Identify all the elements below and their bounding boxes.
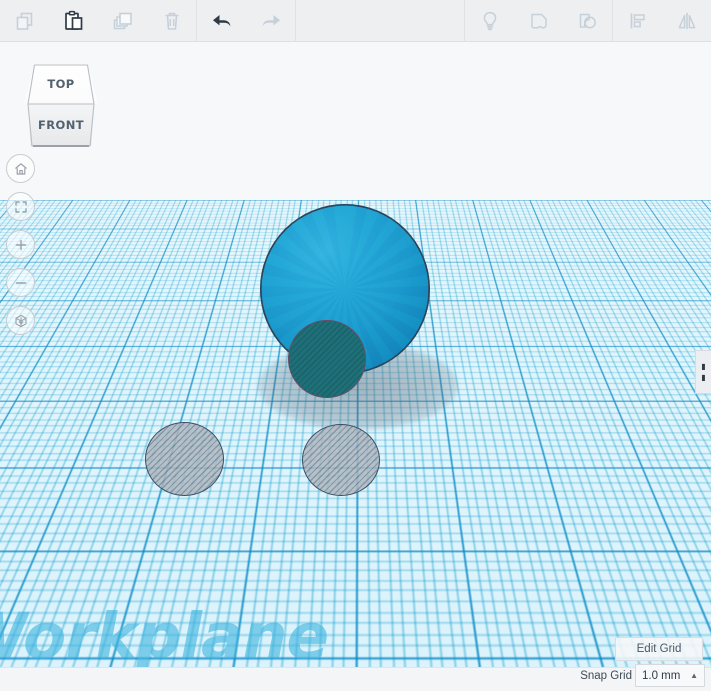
trash-icon — [165, 12, 178, 30]
view-cube-front-label: FRONT — [38, 118, 84, 132]
toolbar-group-align — [613, 0, 711, 41]
paste-button[interactable] — [49, 0, 98, 41]
3d-viewport[interactable]: Workplane TOP FRONT — [0, 42, 711, 691]
ungroup-button[interactable] — [563, 0, 612, 41]
align-button[interactable] — [613, 0, 662, 41]
hole-disc-left[interactable] — [145, 422, 224, 496]
zoom-out-icon — [15, 281, 26, 284]
duplicate-button[interactable] — [98, 0, 147, 41]
right-panel-glyph-bottom: ▮ — [701, 372, 706, 382]
snap-grid-select[interactable]: 1.0 mm ▲ — [635, 664, 705, 687]
delete-button[interactable] — [147, 0, 196, 41]
align-icon — [630, 13, 645, 28]
edit-grid-button[interactable]: Edit Grid — [615, 637, 703, 661]
right-panel-glyph-top: ▮ — [701, 361, 706, 371]
paste-icon — [64, 10, 82, 30]
top-toolbar — [0, 0, 711, 42]
ortho-perspective-button[interactable] — [6, 306, 35, 335]
mirror-icon — [678, 12, 695, 29]
cad-editor-window: Workplane TOP FRONT — [0, 0, 711, 691]
redo-button[interactable] — [246, 0, 295, 41]
hole-disc-right[interactable] — [302, 424, 380, 496]
sphere-hole-object[interactable] — [288, 320, 366, 398]
lightbulb-icon — [483, 11, 496, 30]
group-button[interactable] — [514, 0, 563, 41]
undo-button[interactable] — [197, 0, 246, 41]
home-view-button[interactable] — [6, 154, 35, 183]
group-icon — [530, 13, 547, 29]
view-cube-front-face[interactable]: FRONT — [28, 104, 94, 146]
hint-button[interactable] — [465, 0, 514, 41]
zoom-in-icon — [15, 239, 26, 250]
fit-view-icon — [14, 200, 27, 213]
view-cube-top-face[interactable]: TOP — [24, 64, 98, 104]
ungroup-icon — [579, 13, 596, 28]
mirror-button[interactable] — [662, 0, 711, 41]
fit-view-button[interactable] — [6, 192, 35, 221]
copy-button[interactable] — [0, 0, 49, 41]
redo-icon — [262, 14, 280, 26]
right-panel-tab[interactable]: ▮ ▮ — [695, 350, 711, 394]
workplane-watermark: Workplane — [0, 600, 329, 673]
duplicate-icon — [113, 12, 132, 29]
snap-grid-value: 1.0 mm — [642, 669, 681, 682]
view-cube-top-label: TOP — [47, 77, 75, 91]
copy-icon — [16, 12, 32, 30]
chevron-up-icon: ▲ — [690, 671, 698, 680]
home-icon — [14, 162, 27, 175]
toolbar-group-clipboard — [0, 0, 196, 41]
zoom-out-button[interactable] — [6, 268, 35, 297]
zoom-in-button[interactable] — [6, 230, 35, 259]
toolbar-group-history — [197, 0, 295, 41]
undo-icon — [212, 14, 230, 26]
navigation-tools — [6, 154, 35, 335]
ortho-perspective-icon — [14, 314, 27, 327]
toolbar-group-object-tools — [465, 0, 612, 41]
view-cube[interactable]: TOP FRONT — [24, 64, 98, 148]
edit-grid-label: Edit Grid — [636, 643, 682, 655]
snap-grid-label: Snap Grid — [580, 670, 632, 682]
